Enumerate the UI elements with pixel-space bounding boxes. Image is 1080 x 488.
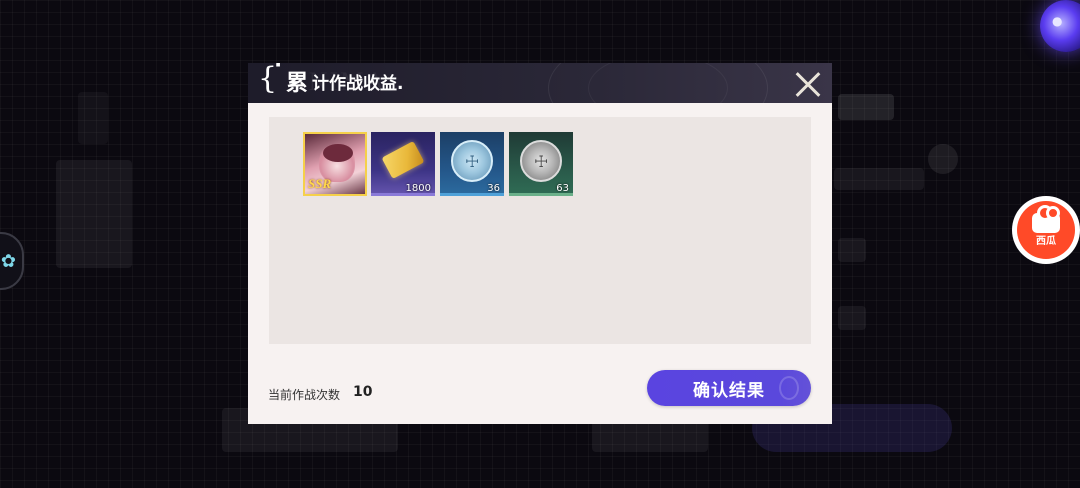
background-panel bbox=[78, 92, 108, 144]
battle-rewards-dialog: ANIMA { ‘ 累 计作战收益. SSR 1800 ☩ 36 ☩ 63 当前… bbox=[248, 63, 832, 424]
background-icon bbox=[838, 306, 866, 330]
header-ornament bbox=[588, 63, 728, 103]
background-dot bbox=[928, 144, 958, 174]
background-label bbox=[834, 168, 924, 190]
title-first-char: 累 bbox=[286, 71, 309, 96]
rarity-bar bbox=[440, 193, 504, 196]
reward-item-ssr-card[interactable]: SSR bbox=[303, 132, 367, 196]
video-app-label: 西瓜 bbox=[1036, 236, 1056, 247]
background-label bbox=[838, 94, 894, 120]
reward-item-silver-medal[interactable]: ☩ 63 bbox=[509, 132, 573, 196]
background-panel bbox=[56, 160, 132, 268]
gold-ticket-icon bbox=[381, 140, 425, 180]
dialog-header: ANIMA { ‘ 累 计作战收益. bbox=[248, 63, 832, 103]
button-ornament-icon bbox=[779, 376, 799, 400]
video-app-badge: 西瓜 bbox=[1017, 201, 1075, 259]
rewards-panel: SSR 1800 ☩ 36 ☩ 63 bbox=[269, 117, 811, 344]
blue-medal-coin-icon: ☩ bbox=[451, 140, 493, 182]
rarity-bar bbox=[509, 193, 573, 196]
camera-icon bbox=[1032, 205, 1060, 233]
flower-icon: ✿ bbox=[0, 250, 16, 272]
hat-icon bbox=[323, 144, 353, 162]
silver-medal-coin-icon: ☩ bbox=[520, 140, 562, 182]
rarity-bar bbox=[371, 193, 435, 196]
battle-count-label: 当前作战次数 bbox=[268, 388, 341, 402]
dialog-title: 计作战收益. bbox=[312, 74, 404, 94]
orb-glyph-icon: ● bbox=[1052, 14, 1063, 28]
reward-item-ticket[interactable]: 1800 bbox=[371, 132, 435, 196]
title-quote-mark: ‘ bbox=[274, 63, 283, 82]
confirm-results-button[interactable]: 确认结果 bbox=[647, 370, 811, 406]
reward-item-blue-medal[interactable]: ☩ 36 bbox=[440, 132, 504, 196]
confirm-button-label: 确认结果 bbox=[693, 380, 765, 401]
close-icon[interactable] bbox=[788, 65, 826, 103]
rarity-badge: SSR bbox=[308, 176, 332, 191]
background-icon bbox=[838, 238, 866, 262]
video-app-floating-icon[interactable]: 西瓜 bbox=[1012, 196, 1080, 264]
battle-count-value: 10 bbox=[353, 384, 373, 400]
